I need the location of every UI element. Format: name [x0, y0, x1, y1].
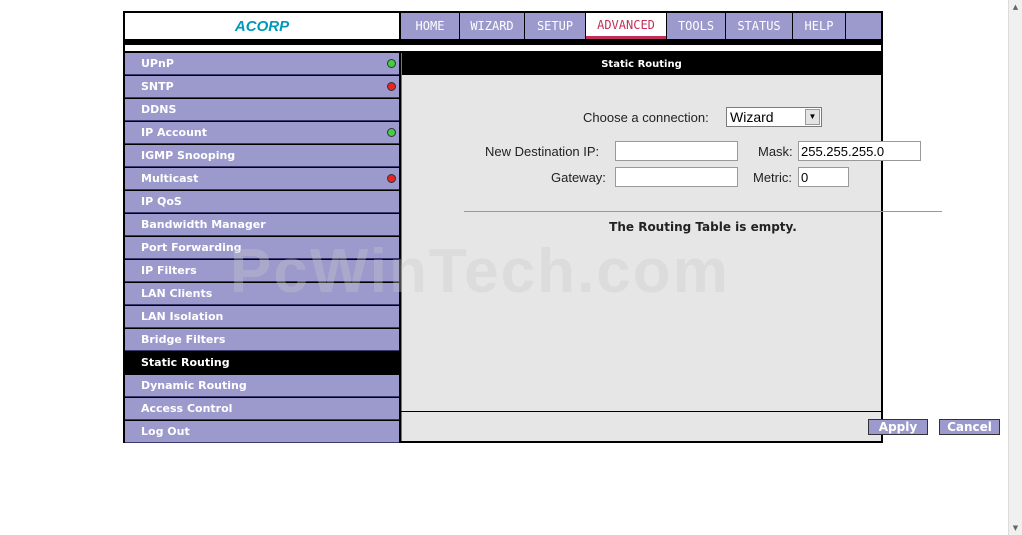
- tab-label: WIZARD: [470, 19, 514, 33]
- tab-setup[interactable]: SETUP: [525, 13, 585, 39]
- sidebar-item-label: IP Account: [141, 126, 208, 139]
- scroll-up-icon[interactable]: ▲: [1009, 0, 1022, 14]
- sidebar-item-label: LAN Clients: [141, 287, 213, 300]
- tab-home[interactable]: HOME: [401, 13, 459, 39]
- page-scrollbar[interactable]: ▲ ▼: [1008, 0, 1022, 535]
- status-green-icon: [387, 128, 396, 137]
- tab-label: HELP: [804, 19, 834, 33]
- metric-label: Metric:: [753, 170, 792, 185]
- sidebar-item-label: DDNS: [141, 103, 177, 116]
- sidebar-item-label: SNTP: [141, 80, 174, 93]
- tab-label: SETUP: [536, 19, 574, 33]
- acorp-logo[interactable]: ACORP: [125, 13, 399, 39]
- nav-filler: [846, 13, 881, 39]
- tab-label: ADVANCED: [597, 17, 655, 32]
- routing-table-empty-message: The Routing Table is empty.: [609, 220, 797, 234]
- sidebar-item-bandwidth-manager[interactable]: Bandwidth Manager: [125, 214, 399, 236]
- mask-label: Mask:: [758, 144, 793, 159]
- connection-value: Wizard: [730, 109, 774, 125]
- cancel-button[interactable]: Cancel: [939, 419, 1000, 435]
- sidebar-item-label: Log Out: [141, 425, 190, 438]
- gateway-input[interactable]: [615, 167, 738, 187]
- page-title: Static Routing: [402, 53, 881, 75]
- sidebar: UPnP SNTP DDNS IP Account IGMP Snooping Multi…: [125, 53, 399, 444]
- status-red-icon: [387, 82, 396, 91]
- connection-label: Choose a connection:: [583, 110, 709, 125]
- logo-text: ACORP: [234, 17, 290, 35]
- router-admin-frame: ACORP HOME WIZARD SETUP ADVANCED TOOLS S…: [123, 11, 1000, 444]
- mask-input[interactable]: [798, 141, 921, 161]
- sidebar-item-bridge-filters[interactable]: Bridge Filters: [125, 329, 399, 351]
- main-content: Static Routing Choose a connection: Wiza…: [401, 53, 942, 411]
- footer-bar: Apply Cancel: [401, 412, 1000, 441]
- tab-advanced[interactable]: ADVANCED: [586, 13, 666, 39]
- divider: [464, 211, 942, 212]
- sidebar-item-igmp-snooping[interactable]: IGMP Snooping: [125, 145, 399, 167]
- tab-label: STATUS: [737, 19, 781, 33]
- sidebar-item-label: Static Routing: [141, 356, 230, 369]
- sidebar-item-upnp[interactable]: UPnP: [125, 53, 399, 75]
- sidebar-item-label: IP QoS: [141, 195, 182, 208]
- sidebar-item-ip-qos[interactable]: IP QoS: [125, 191, 399, 213]
- sidebar-item-sntp[interactable]: SNTP: [125, 76, 399, 98]
- dest-ip-input[interactable]: [615, 141, 738, 161]
- header-divider: [125, 45, 881, 51]
- sidebar-item-log-out[interactable]: Log Out: [125, 421, 399, 443]
- sidebar-item-label: Multicast: [141, 172, 199, 185]
- gateway-label: Gateway:: [551, 170, 606, 185]
- sidebar-item-lan-isolation[interactable]: LAN Isolation: [125, 306, 399, 328]
- scroll-down-icon[interactable]: ▼: [1009, 521, 1022, 535]
- tab-help[interactable]: HELP: [793, 13, 845, 39]
- top-nav: HOME WIZARD SETUP ADVANCED TOOLS STATUS …: [401, 13, 881, 39]
- tab-wizard[interactable]: WIZARD: [460, 13, 524, 39]
- sidebar-item-label: Access Control: [141, 402, 233, 415]
- sidebar-item-label: IGMP Snooping: [141, 149, 236, 162]
- sidebar-item-label: Bandwidth Manager: [141, 218, 266, 231]
- tab-tools[interactable]: TOOLS: [667, 13, 725, 39]
- connection-select[interactable]: Wizard ▼: [726, 107, 822, 127]
- tab-status[interactable]: STATUS: [726, 13, 792, 39]
- sidebar-item-ddns[interactable]: DDNS: [125, 99, 399, 121]
- tab-label: HOME: [415, 19, 445, 33]
- dest-ip-label: New Destination IP:: [485, 144, 600, 159]
- sidebar-item-access-control[interactable]: Access Control: [125, 398, 399, 420]
- sidebar-item-ip-filters[interactable]: IP Filters: [125, 260, 399, 282]
- metric-input[interactable]: [798, 167, 849, 187]
- sidebar-item-static-routing[interactable]: Static Routing: [125, 352, 399, 374]
- sidebar-item-label: Port Forwarding: [141, 241, 242, 254]
- sidebar-item-label: UPnP: [141, 57, 174, 70]
- status-red-icon: [387, 174, 396, 183]
- sidebar-item-label: IP Filters: [141, 264, 197, 277]
- sidebar-item-multicast[interactable]: Multicast: [125, 168, 399, 190]
- sidebar-item-port-forwarding[interactable]: Port Forwarding: [125, 237, 399, 259]
- sidebar-item-label: LAN Isolation: [141, 310, 224, 323]
- status-green-icon: [387, 59, 396, 68]
- sidebar-item-ip-account[interactable]: IP Account: [125, 122, 399, 144]
- sidebar-item-lan-clients[interactable]: LAN Clients: [125, 283, 399, 305]
- apply-button[interactable]: Apply: [868, 419, 928, 435]
- tab-label: TOOLS: [677, 19, 715, 33]
- chevron-down-icon[interactable]: ▼: [805, 109, 820, 125]
- sidebar-item-dynamic-routing[interactable]: Dynamic Routing: [125, 375, 399, 397]
- sidebar-item-label: Bridge Filters: [141, 333, 226, 346]
- sidebar-item-label: Dynamic Routing: [141, 379, 247, 392]
